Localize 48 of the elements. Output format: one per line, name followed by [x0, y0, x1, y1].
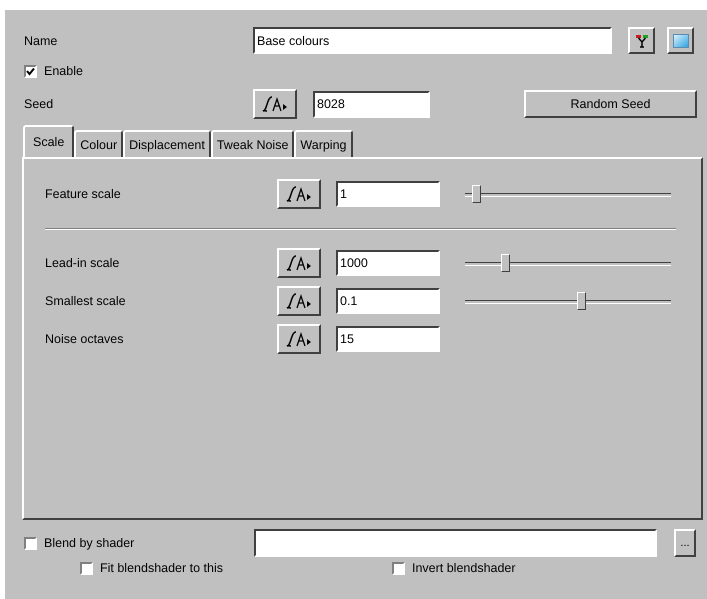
curve-button[interactable] [253, 89, 297, 119]
filter-button[interactable] [628, 27, 655, 54]
parameter-field[interactable]: 15 [336, 326, 440, 352]
option-label: Invert blendshader [412, 561, 516, 575]
blend-label: Blend by shader [44, 536, 136, 550]
name-label: Name [23, 34, 58, 48]
tab[interactable]: Scale [23, 125, 74, 157]
curve-button[interactable] [277, 179, 321, 209]
parameter-field[interactable]: 0.1 [336, 288, 440, 314]
slider-thumb[interactable] [501, 254, 510, 272]
parameter-label: Noise octaves [45, 332, 125, 346]
option-label: Fit blendshader to this [100, 561, 223, 575]
slider-thumb[interactable] [472, 185, 482, 203]
curve-icon [261, 95, 289, 113]
tab[interactable]: Displacement [123, 130, 211, 157]
curve-button[interactable] [277, 286, 321, 316]
curve-icon [285, 292, 313, 310]
slider-thumb[interactable] [577, 292, 586, 310]
tab[interactable]: Colour [74, 130, 124, 157]
slider[interactable] [465, 290, 671, 312]
tab[interactable]: Warping [294, 130, 352, 157]
filter-icon [634, 32, 650, 48]
parameter-label: Lead-in scale [45, 256, 120, 270]
curve-button[interactable] [277, 248, 321, 278]
slider[interactable] [465, 183, 671, 205]
tab[interactable]: Tweak Noise [210, 130, 294, 157]
option-checkbox[interactable] [80, 562, 93, 574]
option-checkbox[interactable] [392, 562, 405, 574]
parameter-field[interactable]: 1 [336, 181, 440, 207]
curve-icon [285, 185, 313, 203]
curve-icon [285, 330, 313, 348]
enable-checkbox[interactable] [24, 64, 37, 78]
enable-label: Enable [44, 64, 83, 78]
curve-icon [285, 254, 313, 272]
blend-checkbox[interactable] [24, 536, 37, 550]
browse-button[interactable]: ... [674, 529, 696, 557]
seed-field[interactable]: 8028 [313, 90, 430, 118]
parameter-label: Feature scale [45, 187, 122, 201]
shader-field[interactable] [254, 529, 657, 557]
random-seed-button[interactable]: Random Seed [524, 90, 697, 118]
name-field[interactable]: Base colours [253, 27, 612, 54]
curve-button[interactable] [277, 324, 321, 354]
parameter-field[interactable]: 1000 [336, 250, 440, 276]
preview-button[interactable] [667, 27, 694, 54]
slider[interactable] [465, 252, 671, 274]
parameter-label: Smallest scale [45, 294, 127, 308]
seed-label: Seed [23, 97, 54, 111]
square-icon [672, 34, 688, 48]
